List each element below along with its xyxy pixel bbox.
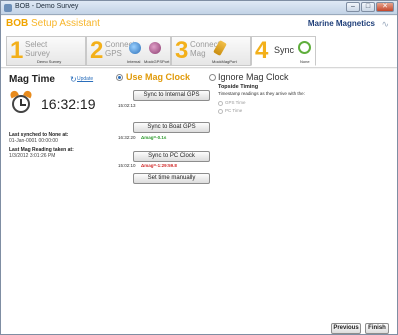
topside-timing-description: Timestamp readings as they arrive with t… <box>218 91 305 96</box>
step-connect-mag[interactable]: 3 Connect Mag MockMagPort <box>171 36 251 66</box>
app-icon <box>4 4 12 12</box>
step-sub-label: Internal <box>127 59 141 64</box>
previous-button[interactable]: Previous <box>331 323 361 334</box>
maximize-icon[interactable]: □ <box>361 2 375 12</box>
step-select-survey[interactable]: 1 Select Survey Demo Survey <box>6 36 86 66</box>
wizard-header: BOB Setup Assistant Marine Magnetics ∿ 1… <box>1 16 397 68</box>
finish-button[interactable]: Finish <box>365 323 389 334</box>
pc-time-label[interactable]: PC Time <box>225 108 242 113</box>
step-connect-gps[interactable]: 2 Connect GPS Internal MockGPSPort <box>86 36 171 66</box>
gps-time-label[interactable]: GPS Time <box>225 100 246 105</box>
boat-gps-time: 16:32:20 <box>118 135 136 140</box>
sync-icon <box>298 41 311 54</box>
close-icon[interactable]: ✕ <box>376 2 394 12</box>
pc-time-radio[interactable] <box>218 109 223 114</box>
step-sub-label: Demo Survey <box>37 59 62 64</box>
sync-pc-clock-button[interactable]: Sync to PC Clock <box>133 151 210 162</box>
port-icon <box>149 42 161 54</box>
ignore-mag-clock-radio[interactable] <box>209 74 216 81</box>
brand-name: Marine Magnetics <box>307 19 375 28</box>
sync-internal-gps-button[interactable]: Sync to Internal GPS <box>133 90 210 101</box>
minimize-icon[interactable]: – <box>346 2 360 12</box>
app-title-bold: BOB <box>6 18 29 29</box>
step-number: 2 <box>90 37 104 64</box>
step-number: 3 <box>175 37 189 64</box>
app-window: BOB - Demo Survey – □ ✕ BOB Setup Assist… <box>0 0 398 335</box>
last-reading-value: 1/3/2012 3:01:26 PM <box>9 153 56 159</box>
use-mag-clock-label[interactable]: Use Mag Clock <box>126 72 190 82</box>
sync-boat-gps-button[interactable]: Sync to Boat GPS <box>133 122 210 133</box>
step-sub-label: MockMagPort <box>212 59 237 64</box>
app-title: BOB Setup Assistant <box>6 18 100 29</box>
window-title: BOB - Demo Survey <box>15 3 79 10</box>
step-label: Sync <box>274 45 295 55</box>
ignore-mag-clock-label[interactable]: Ignore Mag Clock <box>218 72 289 82</box>
topside-timing-title: Topside Timing <box>218 84 259 90</box>
boat-gps-delta: Δmag=-0.1s <box>141 135 167 140</box>
use-mag-clock-radio[interactable] <box>116 74 123 81</box>
last-synced-value: 01-Jan-0001 00:00:00 <box>9 138 58 144</box>
window-controls: – □ ✕ <box>346 2 394 12</box>
title-bar: BOB - Demo Survey – □ ✕ <box>1 1 397 15</box>
pc-clock-time: 15:02:10 <box>118 163 136 168</box>
step-sub-label: None <box>300 59 310 64</box>
alarm-clock-icon <box>9 89 33 115</box>
mag-time-heading: Mag Time <box>9 74 55 85</box>
mag-time-value: 16:32:19 <box>41 96 96 112</box>
set-time-manually-button[interactable]: Set time manually <box>133 173 210 184</box>
step-number: 1 <box>10 37 24 64</box>
wizard-steps: 1 Select Survey Demo Survey 2 Connect GPS … <box>6 36 316 66</box>
sync-panel: Mag Time ↻ Update 16:32:19 Last synched … <box>1 69 397 334</box>
pc-clock-delta: Δmag=-1:29:59.8 <box>141 163 177 168</box>
step-label: Select Survey <box>25 40 50 58</box>
update-link[interactable]: Update <box>77 76 93 82</box>
app-title-rest: Setup Assistant <box>28 18 100 29</box>
satellite-icon <box>129 42 141 54</box>
step-sub-label-2: MockGPSPort <box>144 59 170 64</box>
brand-logo-icon: ∿ <box>381 19 389 29</box>
internal-gps-time: 15:02:13 <box>118 103 136 108</box>
mag-time-section: Mag Time ↻ Update 16:32:19 Last synched … <box>9 74 109 159</box>
step-number: 4 <box>255 37 269 64</box>
refresh-icon[interactable]: ↻ <box>70 75 77 84</box>
gps-time-radio[interactable] <box>218 101 223 106</box>
step-sync[interactable]: 4 Sync None <box>251 36 316 66</box>
